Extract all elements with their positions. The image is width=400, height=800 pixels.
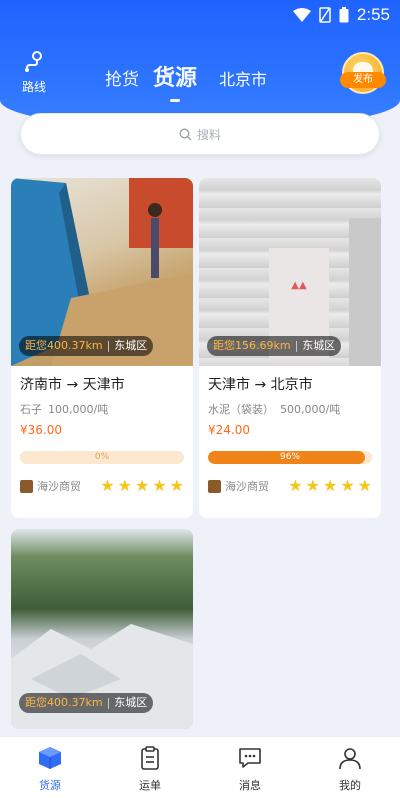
progress-text: 96% [279, 452, 300, 462]
wifi-icon [292, 8, 311, 22]
goods-card[interactable]: ▲▲ 距您156.69km | 东城区 天津市 → 北京市 水泥（袋装） 500,00… [199, 178, 381, 518]
chat-icon [239, 748, 261, 768]
goods-card[interactable]: 距您400.37km | 东城区 济南市 → 天津市 石子 100,000/吨 ¥36… [11, 178, 193, 518]
bottom-nav: 货源 运单 消息 我的 [0, 736, 400, 800]
seller-row: 海沙商贸 ★ ★ ★ ★ ★ [208, 478, 372, 494]
nav-messages[interactable]: 消息 [200, 737, 300, 800]
nav-profile[interactable]: 我的 [300, 737, 400, 800]
goods-info: 水泥（袋装） 500,000/吨 [208, 403, 341, 416]
star-icon: ★ [152, 476, 167, 495]
star-icon: ★ [357, 476, 372, 495]
star-icon: ★ [169, 476, 184, 495]
tab-grab[interactable]: 抢货 [105, 65, 139, 90]
star-icon: ★ [100, 476, 115, 495]
star-icon: ★ [134, 476, 150, 495]
route-label: 路线 [21, 80, 46, 94]
distance-badge: 距您156.69km | 东城区 [207, 336, 342, 356]
progress-bar: 96% [208, 451, 372, 464]
rating-stars: ★ ★ ★ ★ ★ [288, 478, 372, 494]
star-icon: ★ [322, 476, 338, 495]
goods-card[interactable]: 距您400.37km | 东城区 [11, 529, 193, 729]
clipboard-icon [141, 746, 159, 770]
price: ¥36.00 [20, 423, 62, 437]
nav-label: 我的 [339, 779, 361, 792]
svg-text:▲▲: ▲▲ [291, 280, 307, 291]
progress-bar: 0% [20, 451, 184, 464]
search-icon [179, 127, 192, 140]
star-icon: ★ [340, 476, 355, 495]
search-placeholder: 搜料 [196, 127, 221, 142]
battery-icon [339, 7, 349, 23]
nav-label: 运单 [139, 779, 161, 792]
seller-row: 海沙商贸 ★ ★ ★ ★ ★ [20, 478, 184, 494]
price: ¥24.00 [208, 423, 250, 437]
tab-goods-source[interactable]: 货源 [153, 60, 197, 92]
seller-name: 海沙商贸 [225, 480, 269, 493]
nav-goods-source[interactable]: 货源 [0, 737, 100, 800]
route-icon [25, 51, 42, 72]
seller-avatar [20, 479, 33, 493]
user-icon [339, 748, 361, 770]
seller-name: 海沙商贸 [37, 480, 81, 493]
box-icon [39, 747, 61, 769]
star-icon: ★ [288, 476, 303, 495]
top-tabs: 抢货 货源 北京市 [105, 60, 267, 92]
status-time: 2:55 [356, 5, 390, 24]
progress-text: 0% [94, 452, 110, 462]
nav-label: 货源 [39, 779, 61, 792]
route-text: 天津市 → 北京市 [208, 377, 313, 393]
publish-label: 发布 [340, 72, 386, 88]
nav-waybill[interactable]: 运单 [100, 737, 200, 800]
search-input[interactable]: 搜料 [20, 113, 380, 155]
star-icon: ★ [305, 476, 320, 495]
distance-badge: 距您400.37km | 东城区 [19, 693, 154, 713]
seller-avatar [208, 479, 221, 493]
distance-badge: 距您400.37km | 东城区 [19, 336, 154, 356]
star-icon: ★ [117, 476, 132, 495]
rating-stars: ★ ★ ★ ★ ★ [100, 478, 184, 494]
status-bar: 2:55 [0, 0, 400, 28]
sim-icon [319, 7, 331, 23]
goods-photo: ▲▲ 距您156.69km | 东城区 [199, 178, 381, 366]
goods-photo: 距您400.37km | 东城区 [11, 529, 193, 729]
route-button[interactable]: 路线 [14, 50, 54, 95]
goods-info: 石子 100,000/吨 [20, 403, 109, 416]
route-text: 济南市 → 天津市 [20, 377, 125, 393]
nav-label: 消息 [239, 779, 261, 792]
goods-photo: 距您400.37km | 东城区 [11, 178, 193, 366]
city-selector[interactable]: 北京市 [219, 66, 267, 90]
